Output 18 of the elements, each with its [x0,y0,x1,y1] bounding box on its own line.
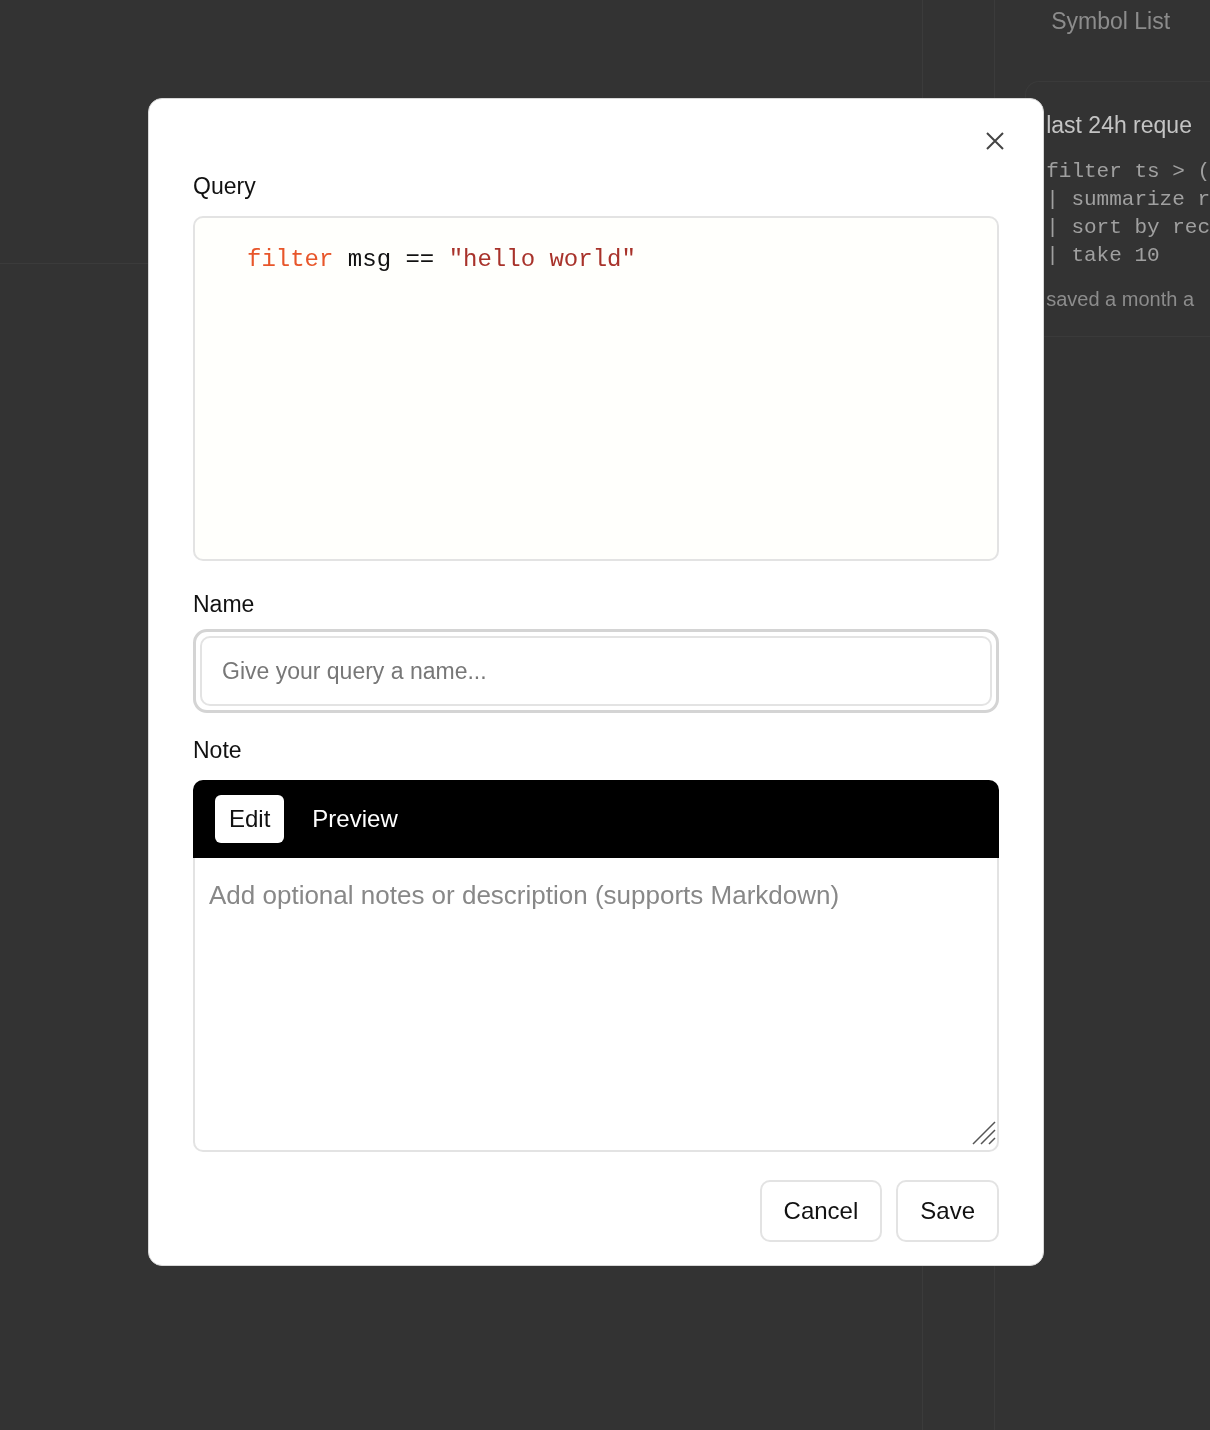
saved-time: saved a month a [1046,287,1196,312]
cancel-button[interactable]: Cancel [759,1179,883,1242]
code-line: | sort by rec [1046,215,1210,241]
code-line: filter ts > ( [1046,159,1210,185]
name-label: Name [193,589,256,619]
query-code: filter msg == "hello world" [247,244,637,275]
note-tab[interactable]: Edit [215,794,285,843]
note-field[interactable]: Add optional notes or description (supports Markdown) [193,857,999,1152]
name-field[interactable]: Give your query a name... [193,629,999,713]
code-line: | summarize r [1046,187,1210,213]
note-label: Note [193,736,243,765]
resize-handle-icon[interactable] [971,1119,997,1146]
card-title: last 24h reque [1046,110,1193,140]
query-label: Query [193,172,257,201]
code-line: | take 10 [1046,243,1161,269]
panel-title: Symbol List [1050,7,1172,36]
save-button[interactable]: Save [896,1179,999,1242]
query-editor[interactable]: filter msg == "hello world" [193,215,999,561]
